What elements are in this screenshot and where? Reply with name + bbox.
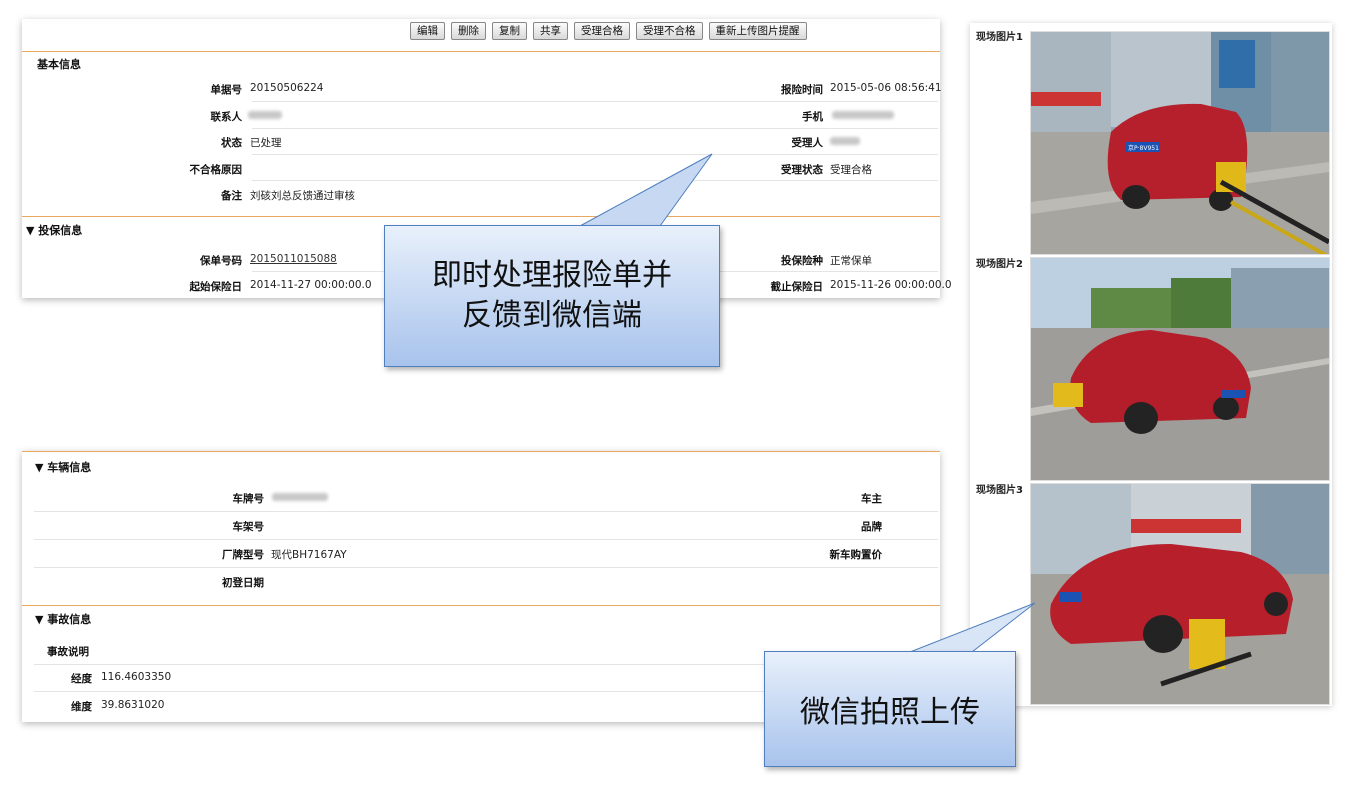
- callout-bottom-text: 微信拍照上传: [800, 695, 980, 730]
- callout-wechat-upload: 微信拍照上传: [764, 651, 1016, 767]
- callout-top-line1: 即时处理报险单并: [432, 258, 672, 293]
- callout-pointer-top: [579, 153, 713, 227]
- callout-pointer-bottom: [909, 602, 1036, 653]
- callout-realtime-feedback: 即时处理报险单并 反馈到微信端: [384, 225, 720, 367]
- callout-top-line2: 反馈到微信端: [462, 298, 642, 333]
- callout-pointers: [579, 153, 1036, 653]
